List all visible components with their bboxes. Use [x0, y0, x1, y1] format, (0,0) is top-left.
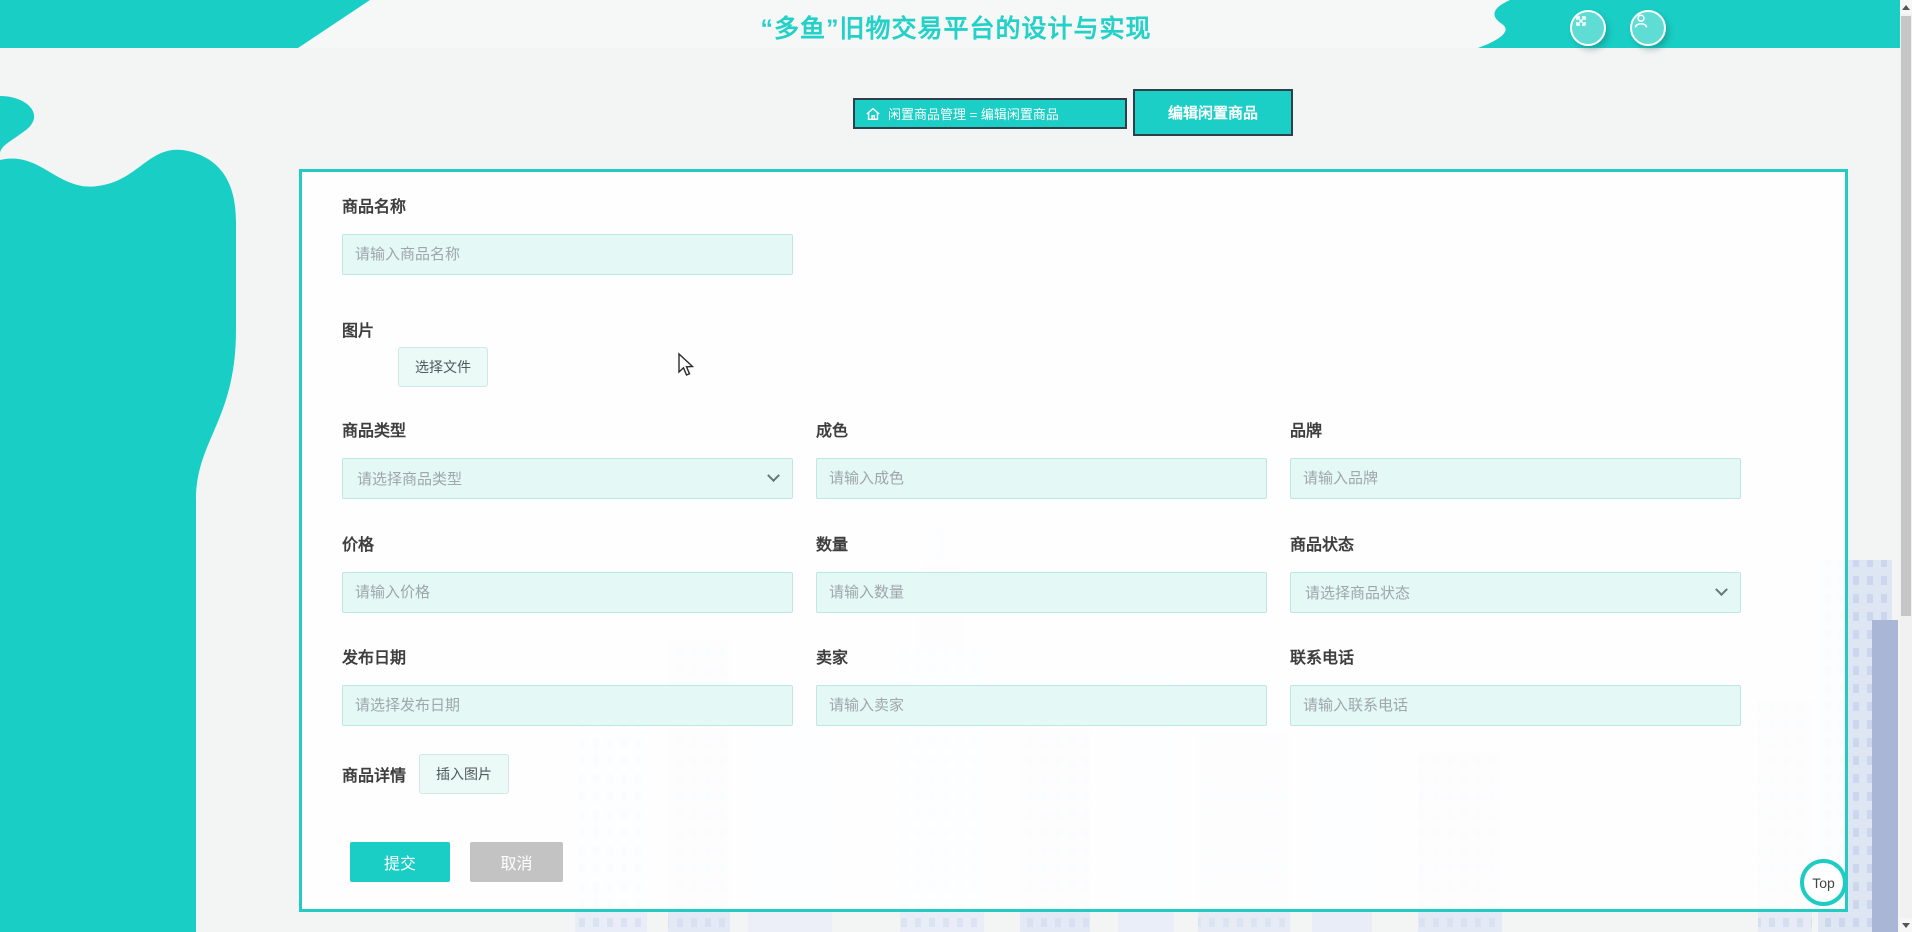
form-actions: 提交 取消	[350, 842, 1745, 882]
field-label-date: 发布日期	[342, 650, 407, 667]
scroll-down-button[interactable]	[1900, 918, 1912, 932]
home-icon	[866, 107, 880, 120]
edit-product-form: 商品名称 图片 选择文件 商品类型 请选择商品类型 成色 品牌	[299, 169, 1848, 912]
field-label-brand: 品牌	[1290, 423, 1323, 440]
field-type: 商品类型 请选择商品类型	[342, 417, 793, 499]
field-label-quantity: 数量	[816, 537, 849, 554]
user-icon	[1634, 14, 1648, 28]
brand-input[interactable]	[1290, 458, 1741, 499]
chevron-down-icon	[767, 469, 780, 483]
status-select-value: 请选择商品状态	[1305, 585, 1411, 602]
field-date: 发布日期	[342, 644, 793, 726]
field-phone: 联系电话	[1290, 644, 1741, 726]
arrow-down-icon	[1902, 922, 1910, 928]
choose-file-button[interactable]: 选择文件	[398, 347, 488, 387]
arrow-up-icon	[1902, 4, 1910, 10]
scrollbar-thumb[interactable]	[1901, 16, 1911, 616]
field-label-status: 商品状态	[1290, 537, 1355, 554]
field-condition: 成色	[816, 417, 1267, 499]
quantity-input[interactable]	[816, 572, 1267, 613]
field-status: 商品状态 请选择商品状态	[1290, 531, 1741, 613]
price-input[interactable]	[342, 572, 793, 613]
field-seller: 卖家	[816, 644, 1267, 726]
back-to-top-button[interactable]: Top	[1800, 859, 1847, 906]
field-price: 价格	[342, 531, 793, 613]
field-label-condition: 成色	[816, 423, 849, 440]
fullscreen-button[interactable]	[1570, 10, 1606, 46]
type-select-value: 请选择商品类型	[357, 471, 463, 488]
breadcrumb-path: 闲置商品管理 = 编辑闲置商品	[888, 107, 1059, 122]
fullscreen-icon	[1576, 16, 1586, 26]
scroll-up-button[interactable]	[1900, 0, 1912, 14]
field-label-image: 图片	[342, 323, 375, 340]
field-detail: 商品详情 插入图片	[342, 754, 1745, 794]
breadcrumb[interactable]: 闲置商品管理 = 编辑闲置商品	[853, 98, 1127, 129]
field-label-type: 商品类型	[342, 423, 407, 440]
field-label-phone: 联系电话	[1290, 650, 1355, 667]
name-input[interactable]	[342, 234, 793, 275]
cancel-button[interactable]: 取消	[470, 842, 563, 882]
left-blob-decoration	[0, 96, 236, 932]
date-input[interactable]	[342, 685, 793, 726]
seller-input[interactable]	[816, 685, 1267, 726]
phone-input[interactable]	[1290, 685, 1741, 726]
submit-button[interactable]: 提交	[350, 842, 450, 882]
field-label-name: 商品名称	[342, 199, 407, 216]
type-select[interactable]: 请选择商品类型	[342, 458, 793, 499]
field-label-seller: 卖家	[816, 650, 849, 667]
field-label-price: 价格	[342, 537, 375, 554]
scrollbar[interactable]	[1900, 0, 1912, 932]
page-title: “多鱼”旧物交易平台的设计与实现	[760, 15, 1152, 43]
insert-image-button[interactable]: 插入图片	[419, 754, 510, 794]
field-label-detail: 商品详情	[342, 768, 407, 785]
user-button[interactable]	[1630, 10, 1666, 46]
status-select[interactable]: 请选择商品状态	[1290, 572, 1741, 613]
field-brand: 品牌	[1290, 417, 1741, 499]
condition-input[interactable]	[816, 458, 1267, 499]
tab-edit-product[interactable]: 编辑闲置商品	[1133, 89, 1293, 136]
header: “多鱼”旧物交易平台的设计与实现	[0, 0, 1912, 48]
chevron-down-icon	[1715, 583, 1728, 597]
mouse-cursor	[678, 352, 695, 376]
field-quantity: 数量	[816, 531, 1267, 613]
